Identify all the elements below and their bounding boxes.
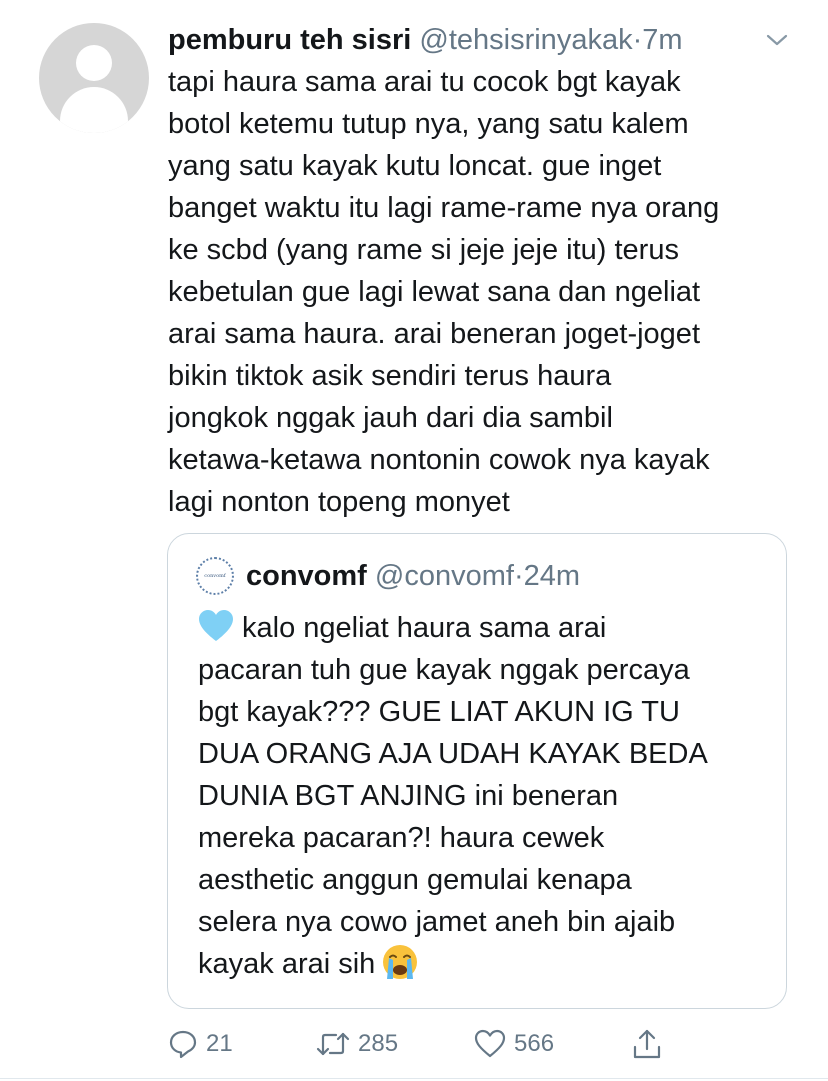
quoted-text-line-content: kalo ngeliat haura sama arai	[242, 612, 607, 644]
avatar-body-shape	[60, 87, 128, 133]
reply-button[interactable]: 21	[168, 1024, 233, 1064]
quoted-tweet-text: kalo ngeliat haura sama arai pacaran tuh…	[198, 607, 778, 985]
tweet-text-line: ketawa-ketawa nontonin cowok nya kayak	[168, 444, 710, 476]
share-button[interactable]	[632, 1024, 662, 1064]
loudly-crying-face-icon	[383, 945, 418, 979]
author-display-name[interactable]: pemburu teh sisri	[168, 24, 411, 56]
tweet-text-line: arai sama haura. arai beneran joget-joge…	[168, 318, 700, 350]
tweet-text-line: tapi haura sama arai tu cocok bgt kayak	[168, 66, 681, 98]
share-icon	[633, 1029, 661, 1059]
quoted-text-line: mereka pacaran?! haura cewek	[198, 822, 605, 854]
tweet-text-line: banget waktu itu lagi rame-rame nya oran…	[168, 192, 720, 224]
tweet-text-line: kebetulan gue lagi lewat sana dan ngelia…	[168, 276, 701, 308]
quoted-author-avatar[interactable]: convomf	[196, 557, 234, 595]
tweet-text-line: botol ketemu tutup nya, yang satu kalem	[168, 108, 689, 140]
avatar-head-shape	[76, 45, 112, 81]
tweet-text-line: yang satu kayak kutu loncat. gue inget	[168, 150, 662, 182]
quoted-tweet-card[interactable]: convomf convomf @convomf·24m kalo ngelia…	[167, 533, 787, 1009]
retweet-icon	[316, 1032, 350, 1056]
like-button[interactable]: 566	[474, 1024, 554, 1064]
quoted-text-line-content: kayak arai sih	[198, 948, 376, 980]
tweet-actions: 21 285 566	[168, 1024, 808, 1064]
bottom-divider	[0, 1078, 828, 1079]
tweet[interactable]: pemburu teh sisri @tehsisrinyakak·7m tap…	[0, 0, 828, 1081]
quoted-text-line: bgt kayak??? GUE LIAT AKUN IG TU	[198, 696, 680, 728]
quoted-text-line: pacaran tuh gue kayak nggak percaya	[198, 654, 690, 686]
heart-icon	[474, 1029, 506, 1058]
tweet-text-line: bikin tiktok asik sendiri terus haura	[168, 360, 612, 392]
like-count: 566	[514, 1030, 555, 1057]
quoted-text-line: DUNIA BGT ANJING ini beneran	[198, 780, 619, 812]
tweet-text: tapi haura sama arai tu cocok bgt kayak …	[168, 61, 808, 523]
reply-count: 21	[206, 1030, 233, 1057]
quoted-timestamp: 24m	[523, 560, 581, 592]
tweet-text-line: lagi nonton topeng monyet	[168, 486, 510, 518]
author-handle[interactable]: @tehsisrinyakak	[419, 24, 632, 56]
separator-dot: ·	[632, 24, 643, 56]
tweet-timestamp[interactable]: 7m	[642, 24, 682, 56]
tweet-header: pemburu teh sisri @tehsisrinyakak·7m	[168, 20, 768, 60]
quoted-avatar-text: convomf	[204, 573, 226, 579]
retweet-button[interactable]: 285	[316, 1024, 398, 1064]
quoted-handle[interactable]: @convomf	[375, 560, 514, 592]
quoted-separator-dot: ·	[513, 560, 524, 592]
quoted-text-line: selera nya cowo jamet aneh bin ajaib	[198, 906, 676, 938]
quoted-tweet-header: convomf @convomf·24m	[246, 556, 580, 596]
chevron-down-icon[interactable]	[766, 32, 788, 48]
light-blue-heart-icon	[199, 610, 233, 641]
tweet-text-line: ke scbd (yang rame si jeje jeje itu) ter…	[168, 234, 679, 266]
quoted-text-line: aesthetic anggun gemulai kenapa	[198, 864, 632, 896]
quoted-text-line: kayak arai sih	[198, 943, 778, 985]
retweet-count: 285	[358, 1030, 399, 1057]
tweet-text-line: jongkok nggak jauh dari dia sambil	[168, 402, 613, 434]
reply-icon	[169, 1030, 197, 1059]
quoted-text-line: DUA ORANG AJA UDAH KAYAK BEDA	[198, 738, 708, 770]
quoted-text-line: kalo ngeliat haura sama arai	[198, 607, 778, 649]
author-avatar[interactable]	[39, 23, 149, 133]
quoted-display-name[interactable]: convomf	[246, 560, 367, 592]
